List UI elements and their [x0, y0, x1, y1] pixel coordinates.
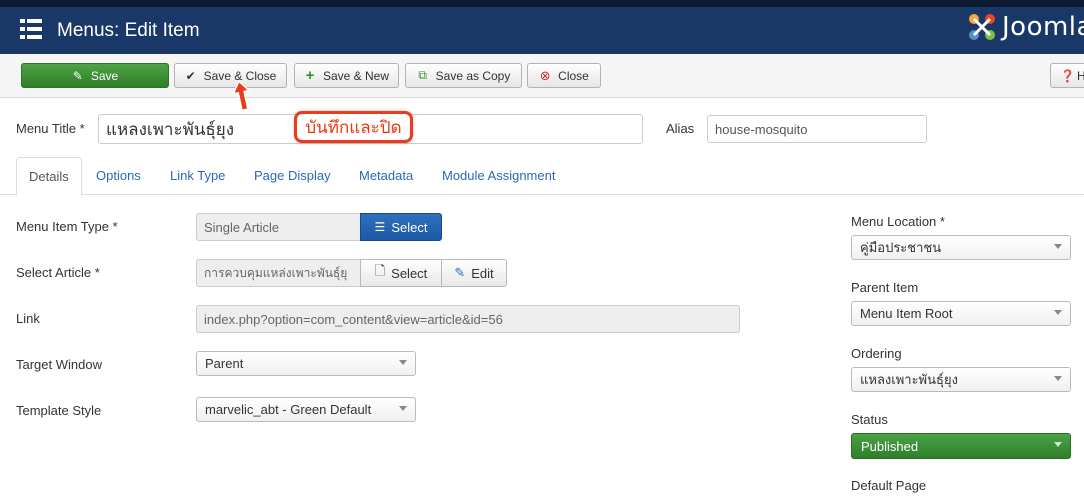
page-title: Menus: Edit Item — [57, 20, 200, 41]
callout-annotation: บันทึกและปิด — [294, 111, 413, 143]
template-style-value: marvelic_abt - Green Default — [205, 402, 372, 417]
caret-down-icon — [1054, 244, 1062, 249]
alias-input[interactable]: house-mosquito — [707, 115, 927, 143]
menu-list-icon[interactable] — [20, 19, 42, 39]
template-style-select[interactable]: marvelic_abt - Green Default — [196, 397, 416, 422]
edit-icon: ✎ — [72, 68, 83, 83]
ordering-label: Ordering — [851, 346, 902, 361]
joomla-logo-text: Joomla — [1002, 12, 1084, 42]
caret-down-icon — [399, 360, 407, 365]
link-label: Link — [16, 311, 40, 326]
save-button[interactable]: ✎ Save — [21, 63, 169, 88]
menu-location-label: Menu Location * — [851, 214, 945, 229]
target-window-value: Parent — [205, 356, 244, 371]
save-copy-button[interactable]: ⧉ Save as Copy — [405, 63, 522, 88]
alias-label: Alias — [666, 121, 695, 136]
template-style-label: Template Style — [16, 403, 102, 418]
tab-options[interactable]: Options — [96, 168, 141, 183]
menu-title-label: Menu Title * — [16, 121, 85, 136]
close-button[interactable]: ⊗ Close — [527, 63, 601, 88]
select-article-button[interactable]: 🗋 Select — [360, 259, 442, 287]
save-label: Save — [90, 68, 119, 83]
close-label: Close — [558, 68, 589, 83]
target-window-select[interactable]: Parent — [196, 351, 416, 376]
menu-item-type-field: Single Article — [196, 213, 361, 241]
ordering-select[interactable]: แหลงเพาะพันธุ์ยุง — [851, 367, 1071, 392]
save-new-label: Save & New — [322, 68, 390, 83]
parent-item-value: Menu Item Root — [860, 306, 953, 321]
joomla-logo[interactable]: Joomla — [966, 11, 1084, 43]
tab-details[interactable]: Details — [16, 157, 82, 196]
select-article-label: Select Article * — [16, 265, 100, 280]
tab-metadata[interactable]: Metadata — [359, 168, 413, 183]
menu-item-type-select-button[interactable]: ☰ Select — [360, 213, 442, 241]
menu-item-type-select-label: Select — [391, 219, 428, 235]
menu-location-select[interactable]: คู่มือประชาชน — [851, 235, 1071, 260]
ordering-value: แหลงเพาะพันธุ์ยุง — [860, 372, 958, 387]
edit-article-button[interactable]: ✎ Edit — [441, 259, 507, 287]
tab-module-assignment[interactable]: Module Assignment — [442, 168, 555, 183]
tab-link-type[interactable]: Link Type — [170, 168, 225, 183]
link-field: index.php?option=com_content&view=articl… — [196, 305, 740, 333]
close-circle-icon: ⊗ — [539, 67, 551, 83]
status-value: Published — [861, 438, 919, 454]
list-icon: ☰ — [374, 220, 386, 234]
menu-item-type-label: Menu Item Type * — [16, 219, 118, 234]
help-button[interactable]: ❓ H — [1050, 63, 1084, 88]
select-article-button-label: Select — [391, 265, 428, 281]
caret-down-icon — [1054, 310, 1062, 315]
caret-down-icon — [399, 406, 407, 411]
target-window-label: Target Window — [16, 357, 102, 372]
pointer-arrow-icon — [232, 80, 251, 112]
copy-icon: ⧉ — [418, 68, 427, 82]
joomla-logo-icon — [969, 14, 995, 40]
caret-down-icon — [1054, 442, 1062, 447]
status-label: Status — [851, 412, 888, 427]
selected-article-field: การควบคุมแหล่งเพาะพันธุ์ยุ — [196, 259, 361, 287]
menu-location-value: คู่มือประชาชน — [860, 240, 942, 255]
save-copy-label: Save as Copy — [435, 68, 511, 83]
tab-page-display[interactable]: Page Display — [254, 168, 331, 183]
status-select[interactable]: Published — [851, 433, 1071, 459]
file-icon: 🗋 — [374, 263, 386, 278]
toolbar: ✎ Save ✔ Save & Close + Save & New ⧉ Sav… — [0, 54, 1084, 98]
help-icon: ❓ — [1060, 68, 1075, 83]
edit-tabs: Details Options Link Type Page Display M… — [0, 157, 1084, 196]
plus-icon: + — [305, 67, 315, 84]
caret-down-icon — [1054, 376, 1062, 381]
save-new-button[interactable]: + Save & New — [294, 63, 399, 88]
check-icon: ✔ — [185, 68, 196, 83]
parent-item-label: Parent Item — [851, 280, 919, 295]
admin-header: Menus: Edit Item Joomla — [0, 0, 1084, 54]
edit-article-button-label: Edit — [471, 265, 494, 281]
default-page-label: Default Page — [851, 478, 927, 493]
parent-item-select[interactable]: Menu Item Root — [851, 301, 1071, 326]
help-label: H — [1077, 68, 1084, 83]
edit-icon: ✎ — [454, 265, 466, 280]
